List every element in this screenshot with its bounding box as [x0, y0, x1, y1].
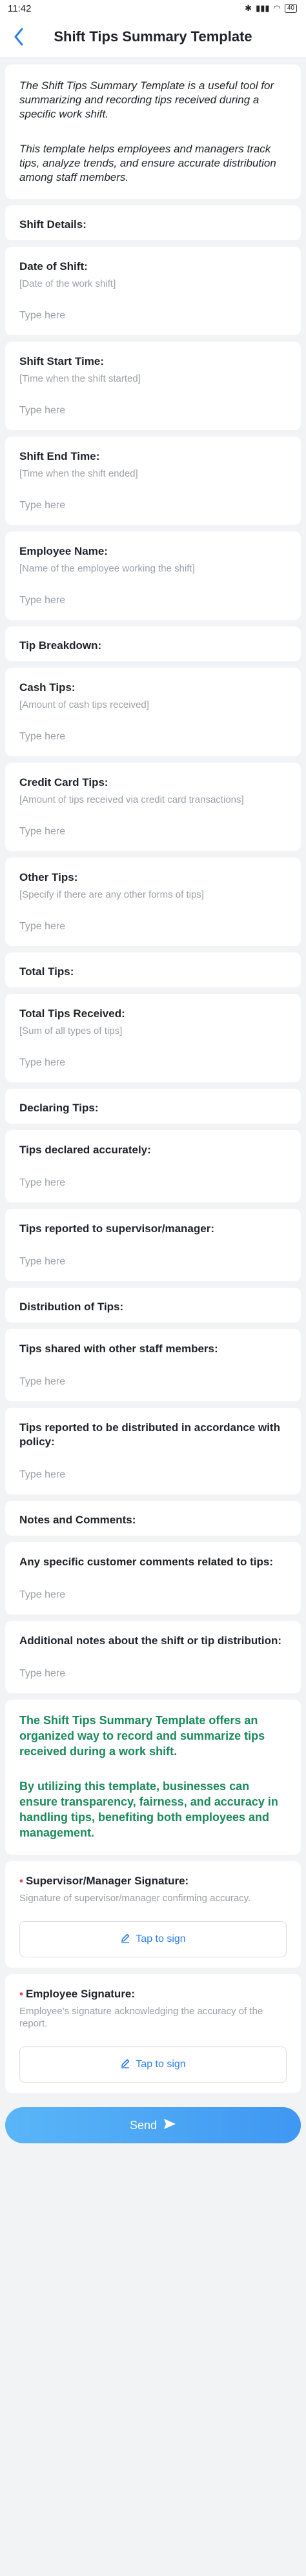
back-icon[interactable]: [9, 26, 28, 48]
section-title: Shift Details:: [19, 218, 87, 231]
signature-hint: Employee's signature acknowledging the a…: [19, 2006, 263, 2029]
signature-label: • Employee Signature:: [19, 1988, 136, 2000]
wifi-icon: ◠: [273, 3, 281, 13]
section-title: Tip Breakdown:: [19, 639, 102, 652]
section-header: Notes and Comments:: [5, 1501, 301, 1536]
status-bar: 11:42 ✱ ▮▮▮ ◠ 40: [0, 0, 306, 17]
form-field: Tips reported to be distributed in accor…: [5, 1408, 301, 1494]
field-hint: [Amount of cash tips received]: [19, 699, 149, 710]
field-hint: [Amount of tips received via credit card…: [19, 794, 244, 805]
required-mark: •: [19, 1988, 23, 2000]
form-field: Total Tips Received: [Sum of all types of…: [5, 994, 301, 1082]
section-header: Shift Details:: [5, 205, 301, 240]
text-input[interactable]: [19, 1461, 287, 1489]
signal-icon: ▮▮▮: [256, 3, 270, 13]
closing-text: The Shift Tips Summary Template offers a…: [19, 1714, 265, 1758]
section-header: Declaring Tips:: [5, 1089, 301, 1124]
intro-text: This template helps employees and manage…: [19, 143, 276, 183]
nav-bar: Shift Tips Summary Template: [0, 17, 306, 57]
supervisor-signature-card: • Supervisor/Manager Signature: Signature…: [5, 1861, 301, 1968]
text-input[interactable]: [19, 818, 287, 846]
field-label: Shift End Time:: [19, 450, 100, 462]
section-header: Tip Breakdown:: [5, 626, 301, 661]
field-hint: [Time when the shift ended]: [19, 468, 138, 479]
text-input[interactable]: [19, 397, 287, 425]
section-title: Total Tips:: [19, 965, 74, 978]
closing-card: The Shift Tips Summary Template offers a…: [5, 1700, 301, 1855]
form-field: Shift Start Time: [Time when the shift st…: [5, 342, 301, 430]
field-label: Tips reported to supervisor/manager:: [19, 1222, 214, 1235]
text-input[interactable]: [19, 912, 287, 941]
bluetooth-icon: ✱: [245, 3, 252, 13]
status-icons: ✱ ▮▮▮ ◠ 40: [245, 3, 297, 14]
supervisor-sign-button[interactable]: Tap to sign: [19, 1921, 287, 1957]
field-label: Cash Tips:: [19, 681, 76, 694]
employee-sign-button[interactable]: Tap to sign: [19, 2046, 287, 2083]
field-label: Any specific customer comments related t…: [19, 1556, 273, 1568]
section-title: Notes and Comments:: [19, 1514, 136, 1526]
section-header: Distribution of Tips:: [5, 1288, 301, 1323]
form-field: Date of Shift: [Date of the work shift]: [5, 247, 301, 335]
text-input[interactable]: [19, 1368, 287, 1396]
send-button-label: Send: [129, 2118, 158, 2132]
text-input[interactable]: [19, 586, 287, 615]
field-hint: [Date of the work shift]: [19, 278, 116, 289]
intro-text: The Shift Tips Summary Template is a use…: [19, 79, 274, 120]
intro-card: The Shift Tips Summary Template is a use…: [5, 65, 301, 199]
sign-button-label: Tap to sign: [136, 1933, 186, 1944]
signature-label: • Supervisor/Manager Signature:: [19, 1875, 189, 1887]
employee-signature-card: • Employee Signature: Employee's signatur…: [5, 1974, 301, 2093]
field-label: Credit Card Tips:: [19, 776, 108, 788]
field-label: Tips shared with other staff members:: [19, 1343, 218, 1355]
send-button[interactable]: Send: [5, 2107, 301, 2143]
field-hint: [Name of the employee working the shift]: [19, 563, 195, 574]
field-label: Tips declared accurately:: [19, 1144, 151, 1156]
field-hint: [Sum of all types of tips]: [19, 1025, 123, 1036]
status-time: 11:42: [8, 3, 32, 14]
closing-text: By utilizing this template, businesses c…: [19, 1780, 278, 1839]
text-input[interactable]: [19, 1248, 287, 1276]
section-title: Distribution of Tips:: [19, 1301, 124, 1313]
pen-icon: [120, 1933, 130, 1946]
text-input[interactable]: [19, 1581, 287, 1609]
form-field: Shift End Time: [Time when the shift ende…: [5, 437, 301, 525]
field-label: Total Tips Received:: [19, 1007, 125, 1020]
form-field: Any specific customer comments related t…: [5, 1542, 301, 1614]
field-label: Employee Name:: [19, 545, 108, 557]
pen-icon: [120, 2058, 130, 2072]
text-input[interactable]: [19, 723, 287, 751]
form-field: Tips reported to supervisor/manager:: [5, 1209, 301, 1281]
form-field: Credit Card Tips: [Amount of tips receive…: [5, 763, 301, 851]
field-label: Shift Start Time:: [19, 355, 104, 367]
form-body: Shift Details: Date of Shift: [Date of the…: [0, 205, 306, 1693]
required-mark: •: [19, 1875, 23, 1887]
form-field: Tips shared with other staff members:: [5, 1329, 301, 1401]
field-label: Tips reported to be distributed in accor…: [19, 1421, 280, 1448]
section-title: Declaring Tips:: [19, 1102, 99, 1114]
field-label: Date of Shift:: [19, 260, 88, 273]
field-hint: [Specify if there are any other forms of…: [19, 889, 204, 900]
form-field: Tips declared accurately:: [5, 1130, 301, 1202]
field-hint: [Time when the shift started]: [19, 373, 141, 384]
signature-hint: Signature of supervisor/manager confirmi…: [19, 1893, 251, 1904]
text-input[interactable]: [19, 1660, 287, 1688]
send-icon: [163, 2118, 176, 2133]
field-label: Additional notes about the shift or tip …: [19, 1634, 282, 1647]
sign-button-label: Tap to sign: [136, 2059, 186, 2070]
text-input[interactable]: [19, 1169, 287, 1197]
section-header: Total Tips:: [5, 953, 301, 987]
text-input[interactable]: [19, 302, 287, 330]
form-field: Employee Name: [Name of the employee work…: [5, 531, 301, 620]
page-title: Shift Tips Summary Template: [54, 28, 252, 45]
text-input[interactable]: [19, 491, 287, 520]
form-field: Additional notes about the shift or tip …: [5, 1621, 301, 1693]
field-label: Other Tips:: [19, 871, 78, 883]
send-area: Send: [0, 2099, 306, 2155]
form-field: Cash Tips: [Amount of cash tips received]: [5, 668, 301, 756]
text-input[interactable]: [19, 1049, 287, 1077]
battery-icon: 40: [284, 4, 297, 13]
form-field: Other Tips: [Specify if there are any oth…: [5, 858, 301, 946]
